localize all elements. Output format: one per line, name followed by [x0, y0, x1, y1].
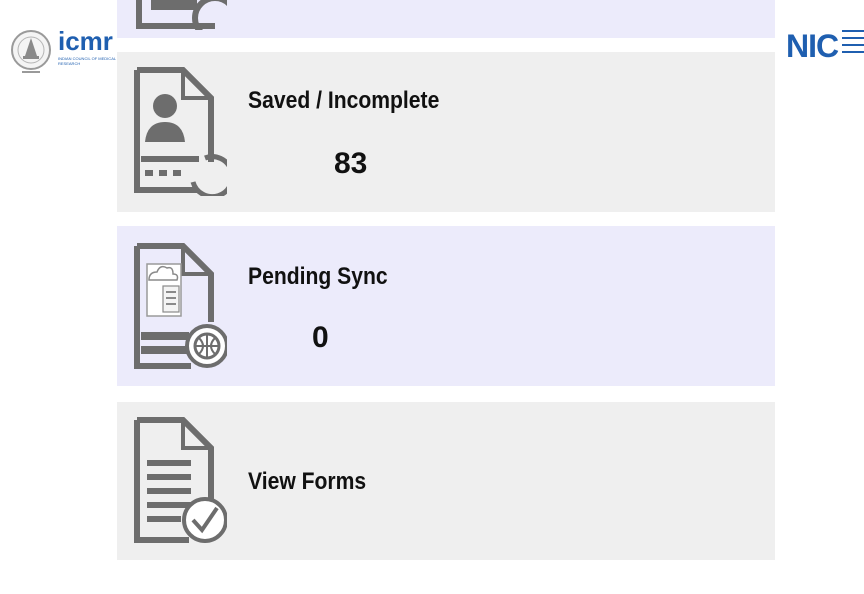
list-document-icon: [134, 417, 227, 543]
nic-logo: NIC: [786, 26, 864, 70]
card-title: Saved / Incomplete: [248, 87, 440, 114]
emblem-seal-icon: [11, 30, 51, 73]
card-view-forms[interactable]: View Forms: [117, 402, 775, 560]
document-icon: [136, 0, 227, 30]
pending-sync-count: 0: [312, 321, 329, 354]
nic-wordmark: NIC: [786, 28, 839, 64]
icmr-logo: icmr INDIAN COUNCIL OF MEDICAL RESEARCH: [8, 26, 116, 84]
nic-text-lines: [842, 30, 864, 58]
user-document-icon: [134, 67, 227, 196]
cloud-document-icon: [134, 243, 227, 369]
card-top-partial[interactable]: [117, 0, 775, 38]
card-title: View Forms: [248, 468, 367, 495]
icmr-subtitle: INDIAN COUNCIL OF MEDICAL RESEARCH: [58, 56, 116, 66]
card-title: Pending Sync: [248, 263, 388, 290]
icmr-wordmark: icmr: [58, 26, 113, 56]
saved-incomplete-count: 83: [334, 147, 368, 180]
dashboard-screen: icmr INDIAN COUNCIL OF MEDICAL RESEARCH …: [0, 0, 864, 594]
card-saved-incomplete[interactable]: Saved / Incomplete 83: [117, 52, 775, 212]
card-pending-sync[interactable]: Pending Sync 0: [117, 226, 775, 386]
